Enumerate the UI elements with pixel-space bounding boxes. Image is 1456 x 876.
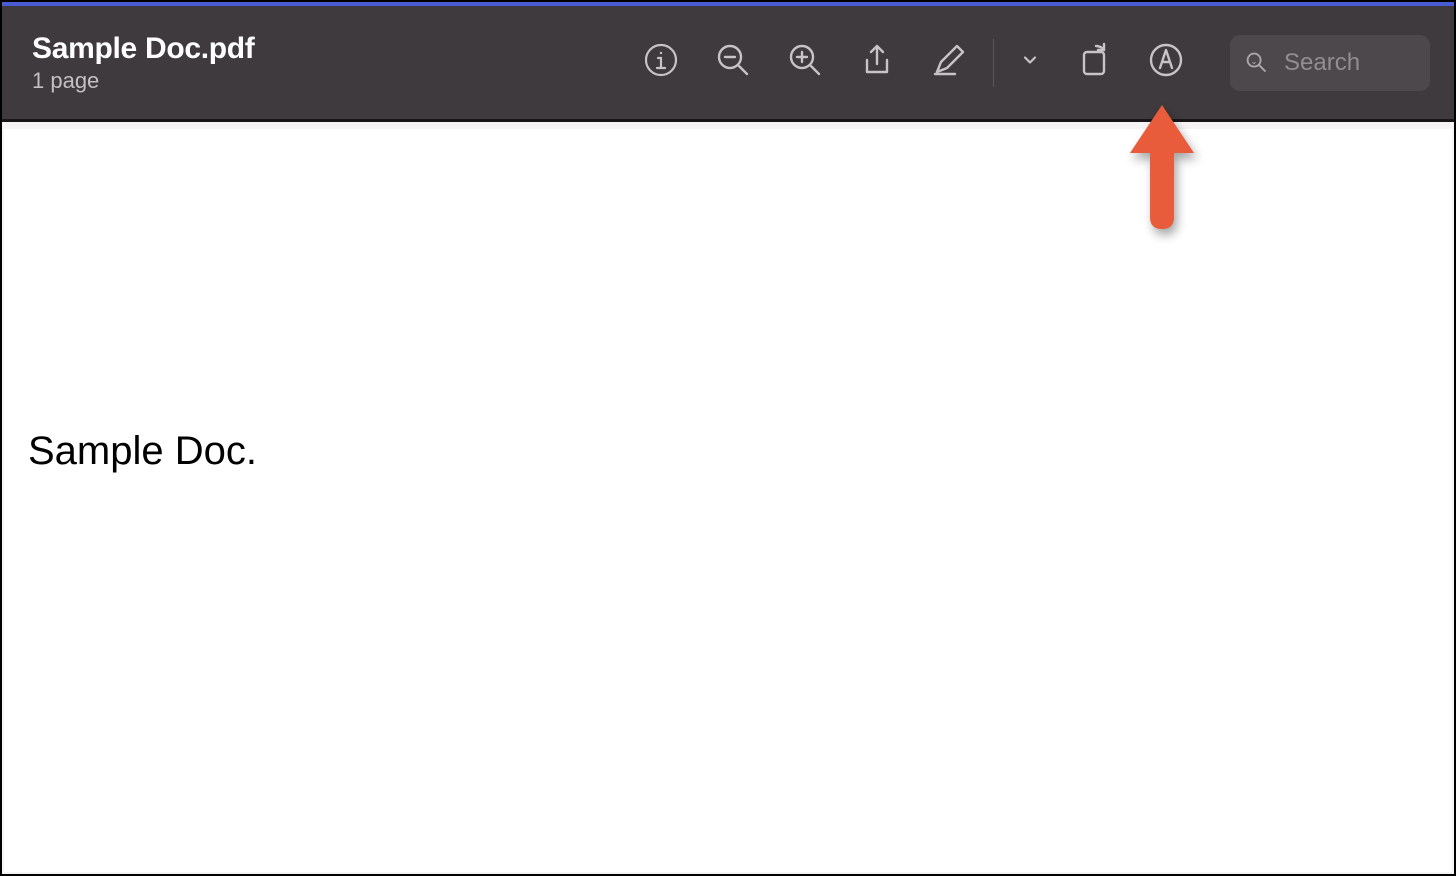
highlight-icon [931, 42, 967, 83]
rotate-icon [1076, 42, 1112, 83]
document-title: Sample Doc.pdf [32, 32, 255, 66]
info-button[interactable] [639, 41, 683, 85]
zoom-in-icon [787, 42, 823, 83]
toolbar-divider [993, 39, 994, 87]
chevron-down-icon [1020, 50, 1040, 75]
highlight-button[interactable] [927, 41, 971, 85]
zoom-in-button[interactable] [783, 41, 827, 85]
zoom-out-button[interactable] [711, 41, 755, 85]
title-area: Sample Doc.pdf 1 page [32, 32, 255, 94]
search-icon [1244, 47, 1276, 79]
document-body-text: Sample Doc. [28, 429, 257, 474]
markup-button[interactable] [1144, 41, 1188, 85]
highlight-dropdown[interactable] [1016, 41, 1044, 85]
toolbar: Sample Doc.pdf 1 page [2, 2, 1454, 122]
search-input[interactable] [1284, 49, 1394, 77]
info-icon [643, 42, 679, 83]
search-field[interactable] [1230, 35, 1430, 91]
rotate-button[interactable] [1072, 41, 1116, 85]
zoom-out-icon [715, 42, 751, 83]
markup-icon [1148, 42, 1184, 83]
toolbar-actions [639, 35, 1430, 91]
share-button[interactable] [855, 41, 899, 85]
document-viewport: Sample Doc. [4, 129, 1452, 872]
share-icon [859, 42, 895, 83]
page-count: 1 page [32, 68, 255, 94]
